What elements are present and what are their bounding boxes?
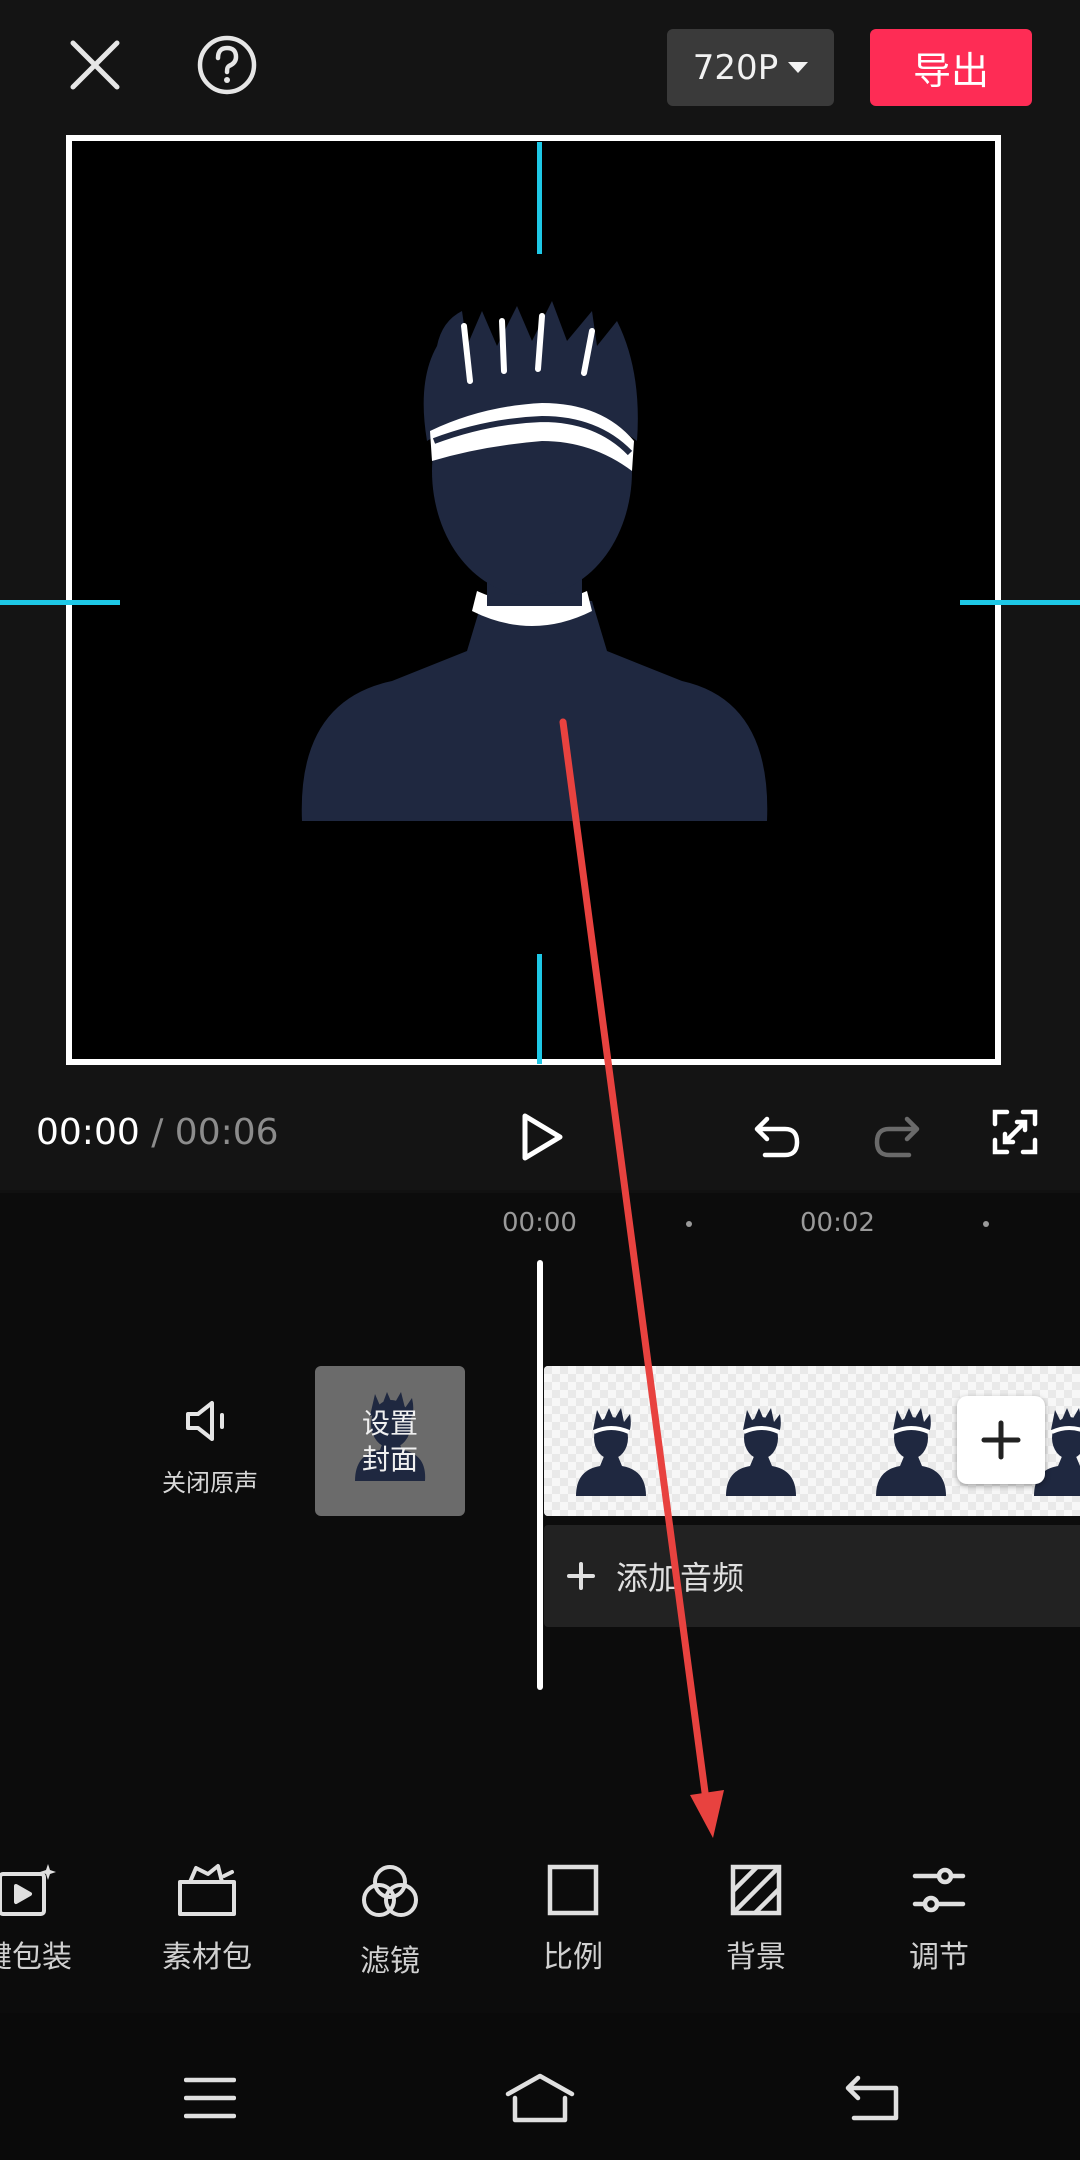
tool-label: 比例 <box>543 1940 603 1975</box>
play-icon[interactable] <box>510 1105 574 1169</box>
filter-icon <box>362 1865 418 1917</box>
speaker-icon[interactable] <box>180 1393 236 1449</box>
back-icon[interactable] <box>840 2068 904 2128</box>
add-audio-button[interactable]: 添加音频 <box>544 1525 1080 1627</box>
resolution-dropdown[interactable]: 720P <box>667 29 834 106</box>
tool-label: 键包装 <box>0 1940 72 1975</box>
menu-icon[interactable] <box>180 2068 240 2128</box>
caret-down-icon <box>788 61 809 73</box>
background-icon <box>730 1864 782 1916</box>
avatar-figure-image <box>301 301 768 821</box>
add-clip-button[interactable] <box>957 1396 1045 1484</box>
crop-guide-left <box>0 600 120 605</box>
adjust-sliders-icon <box>912 1867 966 1913</box>
tool-label: 背景 <box>726 1940 786 1975</box>
add-audio-label: 添加音频 <box>616 1559 745 1597</box>
tool-label: 调节 <box>909 1940 969 1975</box>
tool-ratio[interactable]: 比例 <box>503 1862 643 1976</box>
set-cover-button[interactable]: 设置 封面 <box>315 1366 465 1516</box>
plus-icon <box>981 1420 1021 1460</box>
tool-adjust[interactable]: 调节 <box>869 1862 1009 1976</box>
time-display: 00:00 / 00:06 <box>36 1112 279 1153</box>
home-icon[interactable] <box>505 2068 575 2128</box>
video-spark-icon <box>0 1864 56 1916</box>
undo-icon[interactable] <box>745 1105 809 1169</box>
mute-original-label[interactable]: 关闭原声 <box>130 1463 290 1498</box>
ruler-tick <box>686 1221 692 1227</box>
resolution-value: 720P <box>692 47 779 88</box>
ruler-tick <box>983 1221 989 1227</box>
video-canvas[interactable] <box>66 135 1001 1065</box>
close-icon[interactable] <box>60 30 130 100</box>
ratio-icon <box>547 1864 599 1916</box>
playhead[interactable] <box>537 1260 543 1690</box>
tool-filter[interactable]: 滤镜 <box>320 1862 460 1980</box>
ruler-time-0: 00:00 <box>502 1208 577 1238</box>
help-icon[interactable] <box>192 30 262 100</box>
tool-label: 素材包 <box>162 1940 252 1975</box>
cover-label: 设置 封面 <box>361 1407 418 1476</box>
crop-guide-top <box>537 142 542 254</box>
crop-guide-bottom <box>537 954 542 1064</box>
crop-guide-right <box>960 600 1080 605</box>
current-time: 00:00 <box>36 1112 140 1153</box>
tool-label: 滤镜 <box>360 1944 420 1979</box>
redo-icon[interactable] <box>865 1105 929 1169</box>
tool-package[interactable]: 键包装 <box>0 1862 97 1976</box>
tool-material[interactable]: 素材包 <box>137 1862 277 1976</box>
plus-icon <box>567 1562 595 1590</box>
export-button[interactable]: 导出 <box>870 29 1032 106</box>
ruler-time-2: 00:02 <box>800 1208 875 1238</box>
material-box-icon <box>178 1864 236 1916</box>
time-separator: / <box>151 1112 164 1153</box>
fullscreen-icon[interactable] <box>983 1100 1047 1164</box>
tool-background[interactable]: 背景 <box>686 1862 826 1976</box>
total-duration: 00:06 <box>174 1112 279 1153</box>
